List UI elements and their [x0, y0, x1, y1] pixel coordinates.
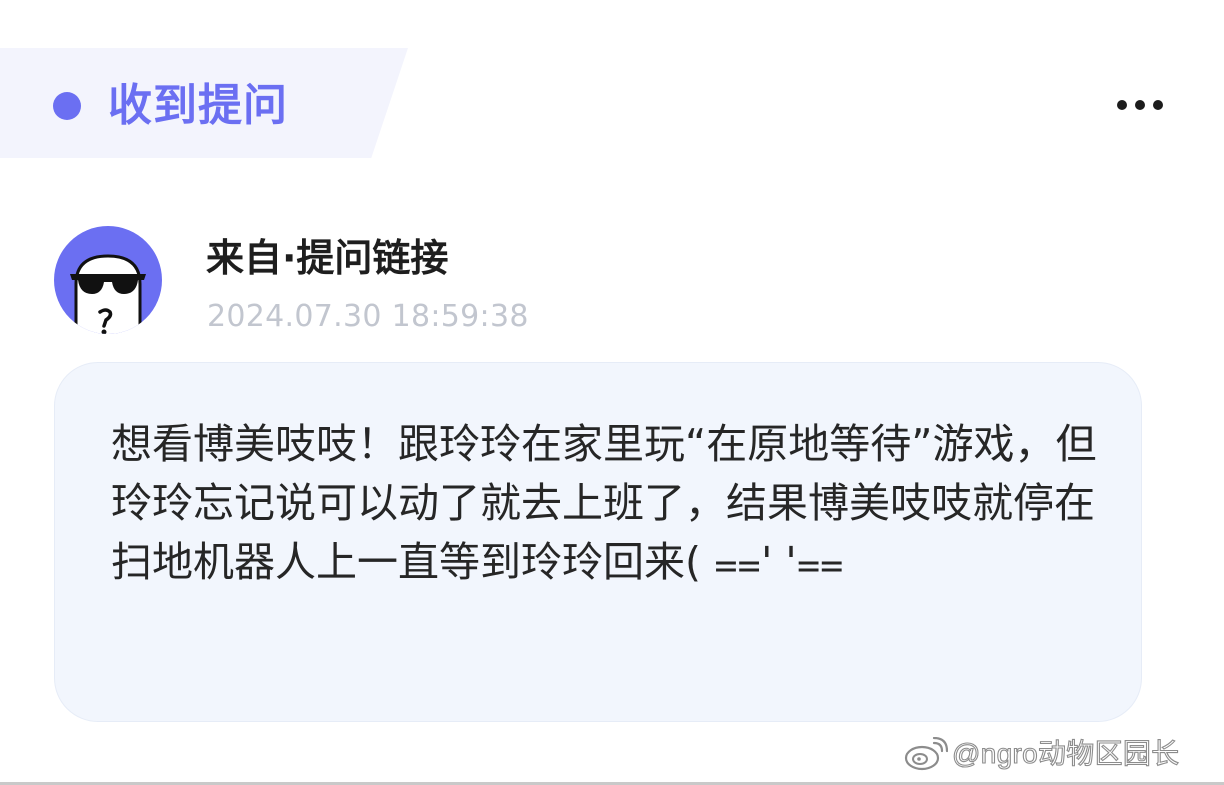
- sunglasses-ghost-avatar-icon: [54, 226, 162, 334]
- message-text: 想看博美吱吱！跟玲玲在家里玩“在原地等待”游戏，但玲玲忘记说可以动了就去上班了，…: [111, 420, 1097, 586]
- more-dot-icon: [1117, 100, 1127, 110]
- timestamp: 2024.07.30 18:59:38: [207, 299, 529, 334]
- more-dot-icon: [1135, 100, 1145, 110]
- page-title: 收到提问: [108, 80, 288, 131]
- watermark-text: @ngro动物区园长: [951, 737, 1180, 769]
- header-dot-icon: [53, 92, 81, 120]
- more-options-button[interactable]: [1110, 86, 1170, 124]
- weibo-logo-icon: [904, 737, 948, 771]
- message-card: 想看博美吱吱！跟玲玲在家里玩“在原地等待”游戏，但玲玲忘记说可以动了就去上班了，…: [54, 362, 1142, 722]
- avatar[interactable]: [52, 224, 164, 336]
- more-dot-icon: [1153, 100, 1163, 110]
- sender-name: 来自·提问链接: [206, 236, 449, 280]
- watermark: @ngro动物区园长: [904, 736, 1180, 772]
